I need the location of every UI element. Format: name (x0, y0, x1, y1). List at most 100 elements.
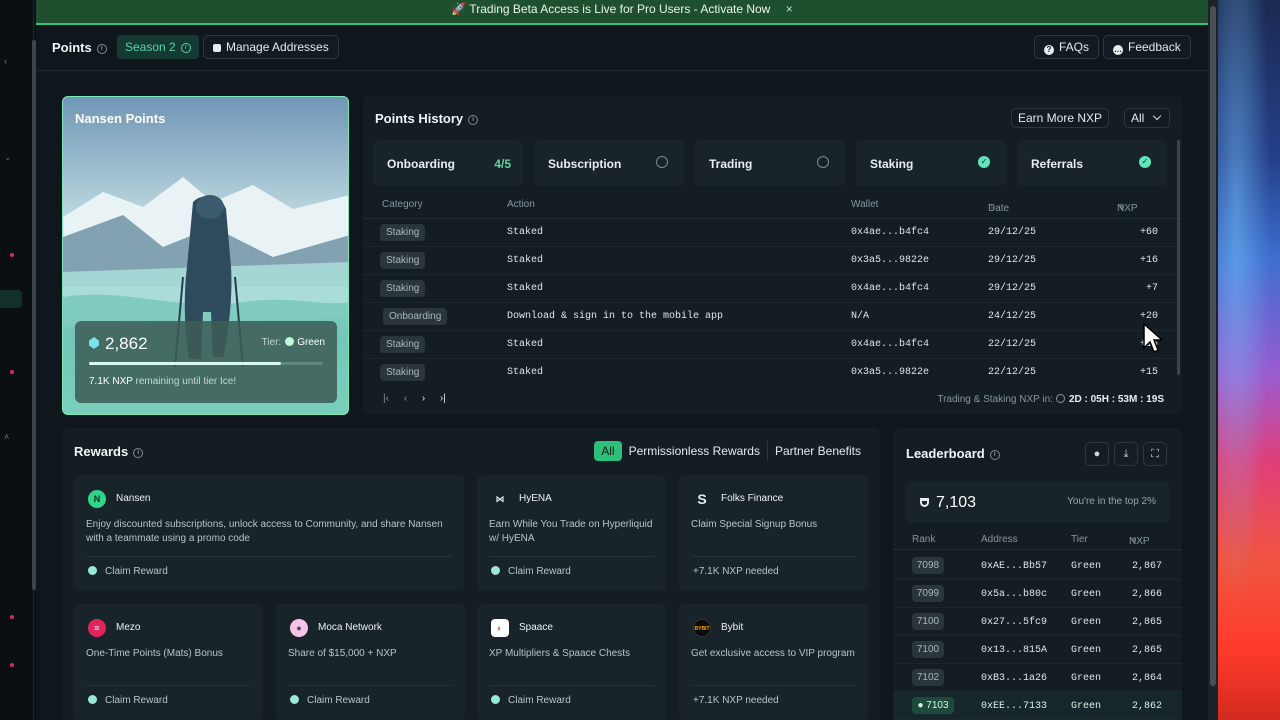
banner-text[interactable]: 🚀 Trading Beta Access is Live for Pro Us… (451, 2, 770, 16)
table-row[interactable]: Staking Staked 0x3a5...9822e 29/12/25 +1… (363, 247, 1182, 275)
tier-remaining-text: 7.1K NXP remaining until tier Ice! (89, 376, 236, 387)
gem-icon (89, 337, 99, 349)
nansen-logo-icon: N (88, 490, 106, 508)
row-nxp: 2,867 (1131, 561, 1162, 572)
row-tier: Green (1071, 617, 1102, 628)
leaderboard-row[interactable]: 7099 0x5a...b80c Green 2,866 (893, 580, 1182, 608)
bybit-logo-icon: BYBIT (693, 619, 711, 637)
faqs-button[interactable]: ? FAQs (1034, 35, 1100, 59)
reward-card-hyena[interactable]: ⋈ HyENA Earn While You Trade on Hyperliq… (477, 475, 666, 591)
claim-reward-button[interactable]: Claim Reward (491, 566, 571, 577)
column-tier: Tier (1071, 534, 1088, 545)
reward-description: One-Time Points (Mats) Bonus (86, 648, 223, 659)
reward-action-label: Claim Reward (105, 566, 168, 577)
previous-page-button[interactable]: ‹ (404, 393, 407, 404)
page-header: Points i Season 2i Manage Addresses ? FAQs… (36, 25, 1208, 71)
chevron-down-icon[interactable]: ⌄ (4, 152, 12, 163)
close-icon[interactable]: × (786, 2, 793, 16)
table-row[interactable]: Staking Staked 0x4ae...b4fc4 29/12/25 +7 (363, 275, 1182, 303)
filter-partner-benefits[interactable]: Partner Benefits (766, 441, 868, 461)
row-wallet: 0x3a5...9822e (851, 255, 930, 266)
claim-reward-button[interactable]: Claim Reward (88, 566, 168, 577)
column-nxp-label: NXP (1129, 536, 1150, 547)
leaderboard-row[interactable]: 7100 0x27...5fc9 Green 2,865 (893, 608, 1182, 636)
tab-subscription[interactable]: Subscription (534, 140, 684, 186)
sidebar-active-item[interactable] (0, 290, 22, 308)
info-icon[interactable]: i (989, 449, 1000, 460)
claim-reward-button[interactable]: Claim Reward (88, 695, 168, 706)
reward-card-spaace[interactable]: ◐ Spaace XP Multipliers & Spaace Chests … (477, 604, 666, 720)
reward-action-label: Claim Reward (307, 695, 370, 706)
reward-card-nansen[interactable]: N Nansen Enjoy discounted subscriptions,… (74, 475, 464, 591)
row-date: 29/12/25 (988, 255, 1037, 266)
tab-referrals[interactable]: Referrals ✓ (1017, 140, 1167, 186)
claim-reward-button[interactable]: Claim Reward (290, 695, 370, 706)
page-title-text: Points (52, 40, 92, 55)
feedback-button[interactable]: … Feedback (1103, 35, 1191, 59)
row-wallet: 0x4ae...b4fc4 (851, 339, 930, 350)
folks-logo-icon: S (693, 490, 711, 508)
tab-trading[interactable]: Trading (695, 140, 845, 186)
sort-icon: ⇅ (1119, 204, 1125, 211)
season-badge[interactable]: Season 2 i (117, 35, 199, 59)
table-row[interactable]: Staking Staked 0x4ae...b4fc4 29/12/25 +6… (363, 219, 1182, 247)
claim-reward-button[interactable]: Claim Reward (491, 695, 571, 706)
chevron-left-icon[interactable]: ‹ (4, 56, 7, 66)
countdown-value: 2D : 05H : 53M : 19S (1068, 394, 1164, 405)
page-scrollbar[interactable] (1210, 6, 1216, 686)
last-page-button[interactable]: ›| (440, 393, 446, 404)
info-icon[interactable]: i (180, 42, 191, 53)
filter-permissionless-rewards[interactable]: Permissionless Rewards (622, 441, 767, 461)
notification-dot-icon (10, 615, 14, 619)
notification-dot-icon (10, 370, 14, 374)
leaderboard-row[interactable]: 7098 0xAE...Bb57 Green 2,867 (893, 552, 1182, 580)
empty-circle-icon (817, 156, 829, 168)
expand-icon[interactable]: ⛶ (1143, 442, 1167, 466)
rank-badge: 7098 (912, 557, 944, 574)
history-filter-select[interactable]: All (1124, 108, 1170, 128)
leaderboard-row[interactable]: 7100 0x13...815A Green 2,865 (893, 636, 1182, 664)
my-rank: 7,103 (920, 494, 976, 512)
nansen-points-title: Nansen Points (75, 111, 166, 126)
reward-card-moca-network[interactable]: ● Moca Network Share of $15,000 + NXP Cl… (276, 604, 465, 720)
rank-badge: 7099 (912, 585, 944, 602)
info-icon[interactable]: i (96, 43, 107, 54)
category-badge: Staking (380, 252, 426, 269)
tab-onboarding[interactable]: Onboarding 4/5 (373, 140, 523, 186)
info-icon[interactable]: i (133, 447, 144, 458)
page-title: Points i (52, 40, 107, 55)
reward-name: HyENA (519, 493, 552, 504)
leaderboard-row[interactable]: 7102 0xB3...1a26 Green 2,864 (893, 664, 1182, 692)
reward-card-mezo[interactable]: ≈ Mezo One-Time Points (Mats) Bonus Clai… (74, 604, 263, 720)
download-icon[interactable]: ⤓ (1114, 442, 1138, 466)
chevron-up-icon[interactable]: ˄ (4, 432, 9, 442)
filter-all[interactable]: All (594, 441, 622, 461)
rewards-title-text: Rewards (74, 444, 129, 459)
tier-progress-fill (89, 362, 281, 365)
reward-name: Spaace (519, 622, 553, 633)
earn-more-button[interactable]: Earn More NXP (1011, 108, 1110, 128)
chat-bubble-icon: … (1113, 45, 1123, 55)
table-scrollbar[interactable] (1177, 140, 1180, 375)
manage-addresses-button[interactable]: Manage Addresses (203, 35, 339, 59)
first-page-button[interactable]: |‹ (383, 393, 389, 404)
table-row[interactable]: Onboarding Download & sign in to the mob… (363, 303, 1182, 331)
tab-label: Trading (709, 157, 753, 171)
divider (489, 685, 654, 686)
announcement-banner[interactable]: 🚀 Trading Beta Access is Live for Pro Us… (36, 0, 1208, 25)
info-icon[interactable]: i (468, 114, 479, 125)
next-page-button[interactable]: › (422, 393, 425, 404)
user-icon[interactable]: ● (1085, 442, 1109, 466)
leaderboard-row-current-user[interactable]: ● 7103 0xEE...7133 Green 2,862 (893, 692, 1182, 720)
tab-staking[interactable]: Staking ✓ (856, 140, 1006, 186)
table-row[interactable]: Staking Staked 0x4ae...b4fc4 22/12/25 +1… (363, 331, 1182, 359)
divider (288, 685, 453, 686)
row-action: Staked (507, 283, 544, 294)
reward-card-folks-finance[interactable]: S Folks Finance Claim Special Signup Bon… (679, 475, 868, 591)
rank-badge: 7100 (912, 613, 944, 630)
reward-name: Moca Network (318, 622, 382, 633)
reward-name: Bybit (721, 622, 744, 633)
table-row[interactable]: Staking Staked 0x3a5...9822e 22/12/25 +1… (363, 359, 1182, 387)
row-action: Staked (507, 255, 544, 266)
reward-card-bybit[interactable]: BYBIT Bybit Get exclusive access to VIP … (679, 604, 868, 720)
